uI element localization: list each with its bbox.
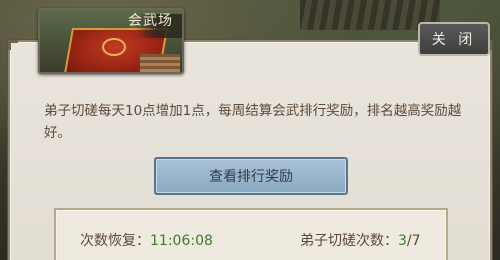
recover-label: 次数恢复： xyxy=(80,233,150,249)
close-button[interactable]: 关 闭 xyxy=(418,22,490,56)
panel-corner-ornament xyxy=(8,40,18,50)
arena-steps-icon xyxy=(140,54,180,72)
spar-current: 3 xyxy=(398,233,407,249)
arena-emblem-icon xyxy=(102,38,126,56)
view-rank-rewards-button[interactable]: 查看排行奖励 xyxy=(154,157,348,195)
spar-label: 弟子切磋次数： xyxy=(300,233,398,249)
spar-count: 弟子切磋次数：3/7 xyxy=(300,230,421,250)
recover-timer: 次数恢复：11:06:08 xyxy=(80,230,213,250)
arena-description: 弟子切磋每天10点增加1点，每周结算会武排行奖励，排名越高奖励越好。 xyxy=(44,103,462,141)
recover-time: 11:06:08 xyxy=(150,233,213,249)
stats-box: 次数恢复：11:06:08 弟子切磋次数：3/7 xyxy=(54,208,448,260)
arena-title: 会武场 xyxy=(128,13,173,29)
spar-total: /7 xyxy=(406,233,421,249)
